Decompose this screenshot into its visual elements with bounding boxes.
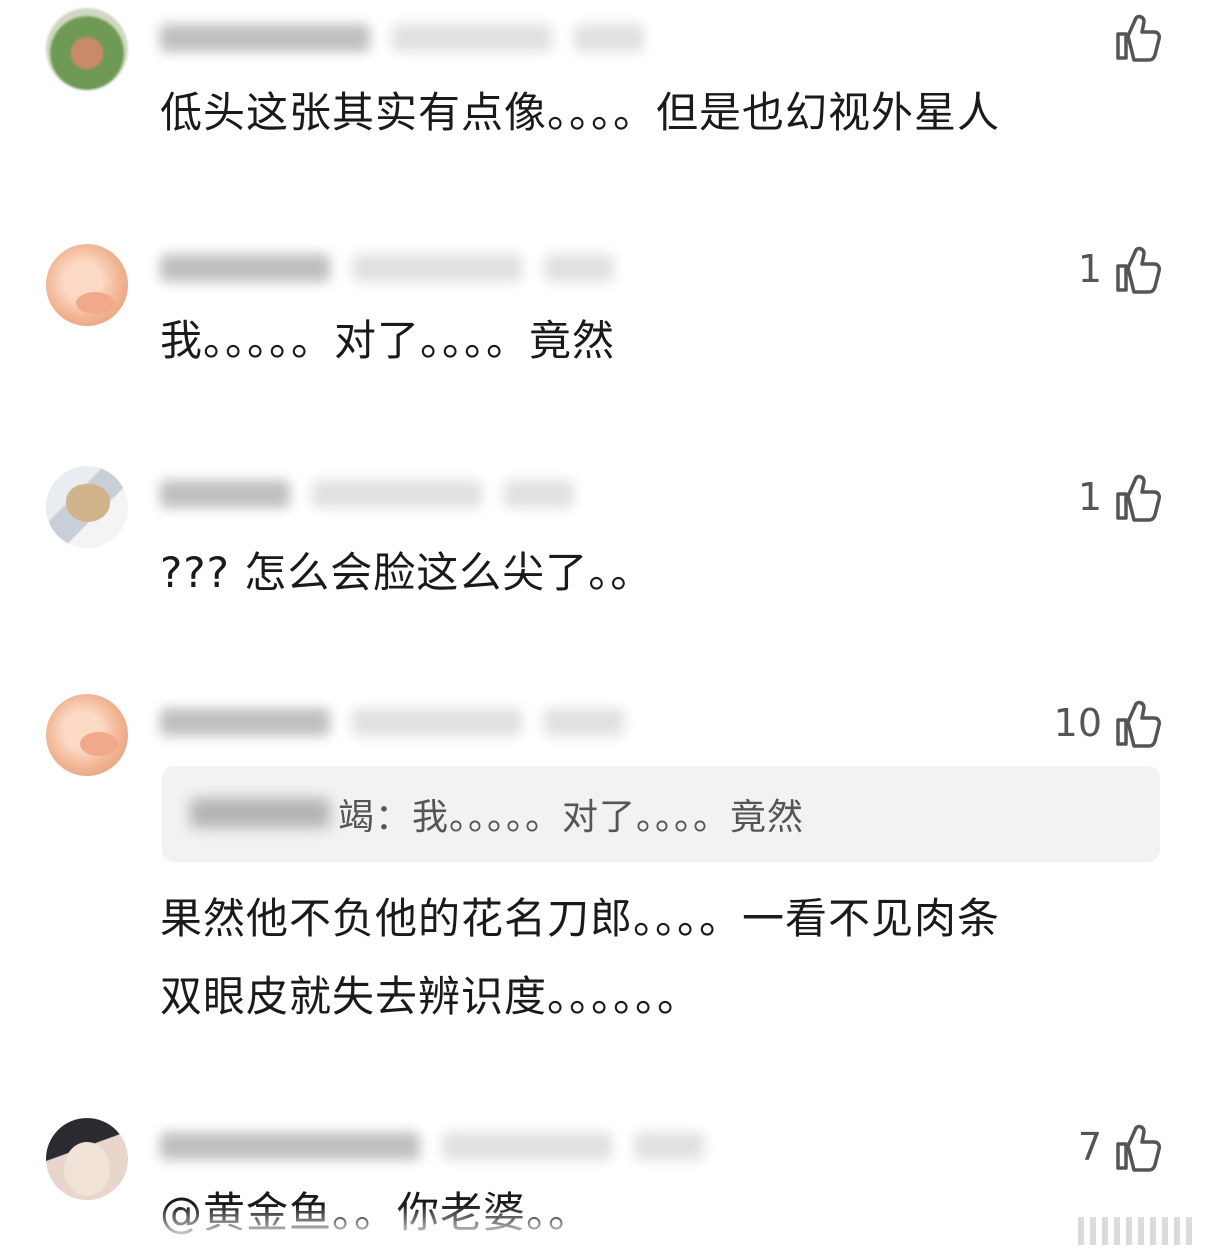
- like-button[interactable]: 7: [1078, 1122, 1162, 1172]
- person-face: [64, 1142, 110, 1196]
- pig-snout: [80, 732, 118, 756]
- author-meta-blurred: [160, 1128, 704, 1164]
- pig-snout: [76, 292, 114, 314]
- comment-text: 低头这张其实有点像。。。。但是也幻视外星人: [160, 88, 1001, 137]
- like-button[interactable]: 1: [1078, 472, 1162, 522]
- like-count: 7: [1077, 1125, 1102, 1169]
- author-meta-blurred: [160, 704, 624, 740]
- like-count: 10: [1053, 701, 1102, 745]
- comment-text: 我。。。。。对了。。。。竟然: [160, 316, 616, 365]
- watermark-barcode: [1078, 1217, 1192, 1245]
- author-meta-blurred: [160, 20, 644, 56]
- flower-avatar-icon[interactable]: [46, 8, 128, 90]
- like-count: 1: [1077, 247, 1102, 291]
- clay-pig-avatar-icon[interactable]: [46, 694, 128, 776]
- like-button[interactable]: 10: [1054, 698, 1162, 748]
- thumbs-up-icon: [1116, 474, 1161, 522]
- person-avatar-icon[interactable]: [46, 1118, 128, 1200]
- quoted-author-blurred: [190, 798, 330, 828]
- quoted-text: 竭：我。。。。。对了。。。。竟然: [338, 797, 805, 838]
- thumbs-up-icon: [1116, 14, 1161, 62]
- quoted-reply[interactable]: 竭：我。。。。。对了。。。。竟然: [162, 766, 1160, 862]
- like-button[interactable]: [1102, 12, 1162, 62]
- author-meta-blurred: [160, 476, 574, 512]
- thumbs-up-icon: [1116, 700, 1161, 748]
- bottom-fade: [0, 1205, 1206, 1259]
- author-meta-blurred: [160, 250, 614, 286]
- like-button[interactable]: 1: [1078, 244, 1162, 294]
- clay-pig-avatar-icon[interactable]: [46, 244, 128, 326]
- cat-avatar-icon[interactable]: [46, 466, 128, 548]
- comment-text: ??? 怎么会脸这么尖了。。: [160, 548, 654, 597]
- like-count: 1: [1077, 475, 1102, 519]
- thumbs-up-icon: [1116, 1124, 1161, 1172]
- thumbs-up-icon: [1116, 246, 1161, 294]
- comment-text: 果然他不负他的花名刀郎。。。。一看不见肉条 双眼皮就失去辨识度。。。。。。: [160, 894, 1001, 1021]
- cat-face: [66, 484, 110, 522]
